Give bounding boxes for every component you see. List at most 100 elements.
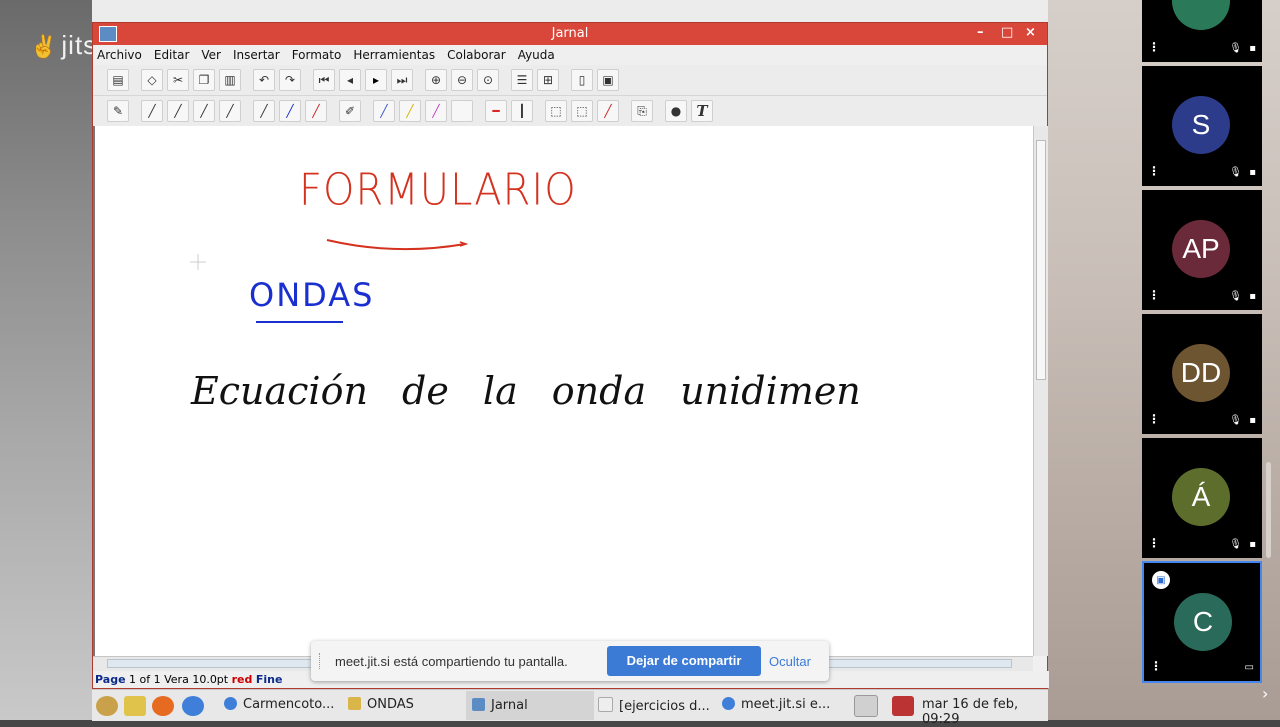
new-page-button[interactable]: ▯ — [571, 69, 593, 91]
menu-herramientas[interactable]: Herramientas — [353, 48, 435, 62]
layout-icon: ☰ — [516, 73, 528, 87]
stamp-button[interactable]: ● — [665, 100, 687, 122]
window-title: Jarnal — [551, 26, 589, 41]
heavy-pen-button[interactable]: ╱ — [219, 100, 241, 122]
line-red-button[interactable]: ━ — [485, 100, 507, 122]
black-pen-button[interactable]: ╱ — [253, 100, 275, 122]
menu-editar[interactable]: Editar — [154, 48, 190, 62]
select-button[interactable]: ⬚ — [545, 100, 567, 122]
text-button[interactable]: T — [691, 100, 713, 122]
participant-tile[interactable]: S ⋮ 🎙 ▪ — [1142, 66, 1262, 186]
participant-tile[interactable]: AP ⋮ 🎙 ▪ — [1142, 190, 1262, 310]
taskbar: Carmencoto... ONDAS Jarnal [ejercicios d… — [92, 689, 1048, 727]
meet-background-left — [0, 0, 92, 720]
highlighter-blue-button[interactable]: ╱ — [373, 100, 395, 122]
maximize-button[interactable]: □ — [1001, 25, 1013, 40]
task-carmencoto[interactable]: Carmencoto... — [224, 697, 334, 712]
text-icon: T — [696, 102, 708, 120]
save-button[interactable]: ▤ — [107, 69, 129, 91]
medium-pen-icon: ╱ — [174, 104, 182, 118]
more-options-icon[interactable]: ⋮ — [1148, 164, 1160, 178]
camera-off-icon: ▪ — [1249, 43, 1256, 54]
task-label: Carmencoto... — [243, 697, 335, 712]
eraser-red-button[interactable]: ╱ — [597, 100, 619, 122]
zoom-fit-button[interactable]: ⊙ — [477, 69, 499, 91]
cut-button[interactable]: ✂ — [167, 69, 189, 91]
copy-button[interactable]: ❐ — [193, 69, 215, 91]
grid-button[interactable]: ⊞ — [537, 69, 559, 91]
folder-icon — [348, 697, 361, 710]
prev-page-button[interactable]: ◂ — [339, 69, 361, 91]
clip-button[interactable]: ⎘ — [631, 100, 653, 122]
hide-notice-button[interactable]: Ocultar — [769, 654, 811, 669]
thick-pen-button[interactable]: ╱ — [193, 100, 215, 122]
menu-formato[interactable]: Formato — [292, 48, 342, 62]
zoom-in-button[interactable]: ⊕ — [425, 69, 447, 91]
last-page-button[interactable]: ⏭ — [391, 69, 413, 91]
clock[interactable]: mar 16 de feb, 09:29 — [922, 697, 1048, 727]
highlighter-pink-button[interactable]: ╱ — [425, 100, 447, 122]
menu-ayuda[interactable]: Ayuda — [518, 48, 555, 62]
menu-colaborar[interactable]: Colaborar — [447, 48, 506, 62]
camera-off-icon: ▪ — [1249, 167, 1256, 178]
pen-button[interactable]: ✎ — [107, 100, 129, 122]
avatar — [1172, 0, 1230, 30]
first-page-button[interactable]: ⏮ — [313, 69, 335, 91]
eraser-button[interactable]: ◇ — [141, 69, 163, 91]
next-page-button[interactable]: ▸ — [365, 69, 387, 91]
task-ejercicios[interactable]: [ejercicios d... — [598, 697, 710, 714]
white-button[interactable] — [451, 100, 473, 122]
select-alt-button[interactable]: ⬚ — [571, 100, 593, 122]
minimize-button[interactable]: – — [977, 25, 984, 40]
menu-archivo[interactable]: Archivo — [97, 48, 142, 62]
menu-insertar[interactable]: Insertar — [233, 48, 280, 62]
text-editor-launcher-icon[interactable] — [124, 696, 146, 716]
highlighter-pink-icon: ╱ — [432, 104, 440, 118]
jitsi-mark-icon: ✌ — [30, 34, 59, 59]
zoom-out-button[interactable]: ⊖ — [451, 69, 473, 91]
highlighter-yellow-button[interactable]: ╱ — [399, 100, 421, 122]
participant-tile[interactable]: ⋮ 🎙 ▪ — [1142, 0, 1262, 62]
vertical-scrollbar[interactable] — [1033, 126, 1048, 656]
apps-menu-icon[interactable] — [96, 696, 118, 716]
pencil-button[interactable]: ✐ — [339, 100, 361, 122]
stop-sharing-button[interactable]: Dejar de compartir — [607, 646, 761, 676]
firefox-launcher-icon[interactable] — [152, 696, 174, 716]
blue-pen-button[interactable]: ╱ — [279, 100, 301, 122]
vertical-scroll-thumb[interactable] — [1036, 140, 1046, 380]
menu-ver[interactable]: Ver — [201, 48, 221, 62]
participant-tile-local[interactable]: ▣ C ⋮ ▭ — [1142, 561, 1262, 683]
paste-button[interactable]: ▥ — [219, 69, 241, 91]
task-jarnal[interactable]: Jarnal — [466, 691, 594, 720]
participant-tile[interactable]: Á ⋮ 🎙 ▪ — [1142, 438, 1262, 558]
participants-scrollbar[interactable] — [1266, 462, 1271, 558]
layout-button[interactable]: ☰ — [511, 69, 533, 91]
more-options-icon[interactable]: ⋮ — [1148, 536, 1160, 550]
chrome-launcher-icon[interactable] — [182, 696, 204, 716]
share-message: meet.jit.si está compartiendo tu pantall… — [335, 654, 568, 669]
medium-pen-button[interactable]: ╱ — [167, 100, 189, 122]
more-options-icon[interactable]: ⋮ — [1148, 288, 1160, 302]
more-options-icon[interactable]: ⋮ — [1148, 412, 1160, 426]
image-button[interactable]: ▣ — [597, 69, 619, 91]
participant-tile[interactable]: DD ⋮ 🎙 ▪ — [1142, 314, 1262, 434]
task-meet[interactable]: meet.jit.si e... — [722, 697, 830, 712]
screen-share-indicator-icon: ▣ — [1152, 571, 1170, 589]
undo-button[interactable]: ↶ — [253, 69, 275, 91]
fine-pen-button[interactable]: ╱ — [141, 100, 163, 122]
chevron-right-icon[interactable]: › — [1262, 684, 1268, 703]
more-options-icon[interactable]: ⋮ — [1150, 659, 1162, 673]
redo-button[interactable]: ↷ — [279, 69, 301, 91]
screen-icon: ▭ — [1244, 662, 1254, 673]
tray-app-icon[interactable] — [854, 695, 878, 717]
drag-handle-icon[interactable] — [319, 653, 324, 669]
title-bar[interactable]: Jarnal – □ × — [93, 23, 1047, 45]
task-ondas[interactable]: ONDAS — [348, 697, 414, 712]
volume-icon[interactable] — [892, 696, 914, 716]
red-pen-button[interactable]: ╱ — [305, 100, 327, 122]
more-options-icon[interactable]: ⋮ — [1148, 40, 1160, 54]
last-page-icon: ⏭ — [396, 72, 408, 87]
close-button[interactable]: × — [1025, 25, 1036, 40]
black-pen-icon: ╱ — [260, 104, 268, 118]
line-black-button[interactable]: ┃ — [511, 100, 533, 122]
